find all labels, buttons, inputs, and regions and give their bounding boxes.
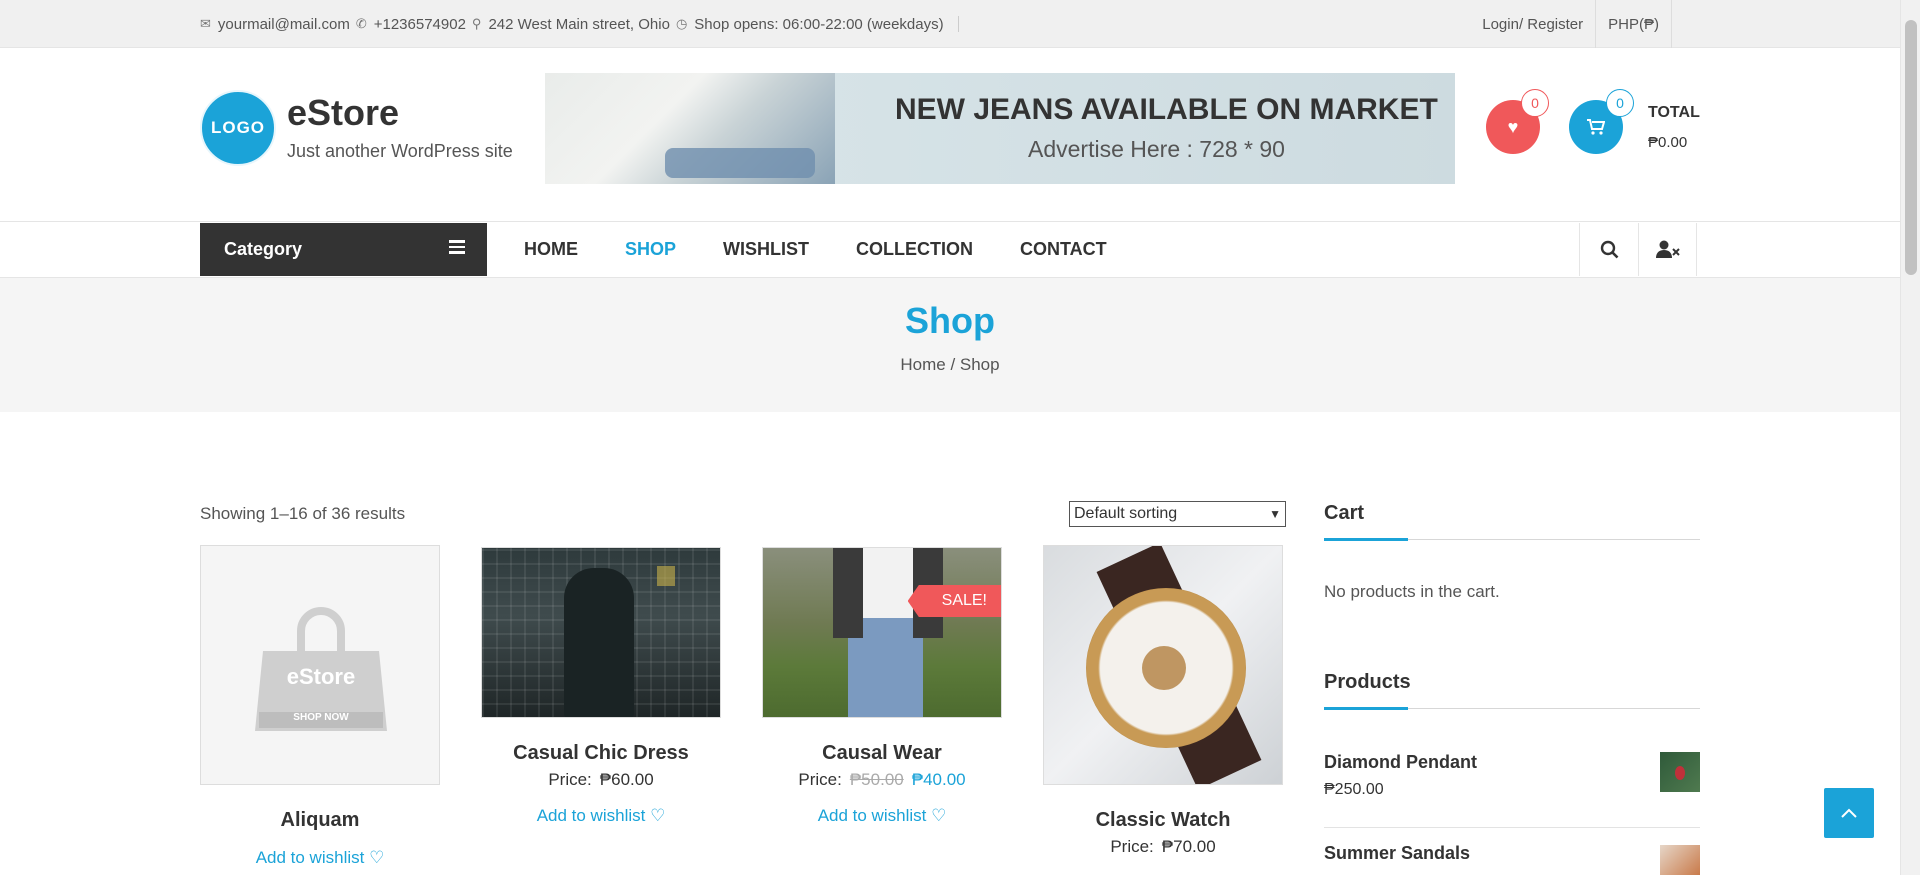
sale-badge: SALE!: [907, 585, 1001, 617]
sidebar-product-item[interactable]: Diamond Pendant ₱250.00: [1324, 752, 1700, 828]
placeholder-cta: SHOP NOW: [293, 712, 349, 723]
add-to-wishlist-link[interactable]: Add to wishlist ♡: [200, 848, 440, 868]
advertisement-banner[interactable]: NEW JEANS AVAILABLE ON MARKET Advertise …: [545, 73, 1455, 184]
primary-menu: HOME SHOP WISHLIST COLLECTION CONTACT: [524, 223, 1154, 276]
cart-total-value: ₱0.00: [1648, 134, 1688, 151]
nav-collection[interactable]: COLLECTION: [856, 239, 973, 260]
old-price: ₱50.00: [849, 770, 904, 789]
product-name[interactable]: Causal Wear: [762, 742, 1002, 765]
contact-info: ✉ yourmail@mail.com ✆ +1236574902 ⚲ 242 …: [200, 0, 965, 48]
product-image[interactable]: SALE!: [762, 547, 1002, 718]
sidebar-product-thumb[interactable]: [1660, 752, 1700, 792]
sort-selected-value: Default sorting: [1074, 505, 1178, 522]
currency-switcher[interactable]: PHP(₱): [1596, 0, 1672, 48]
top-bar: ✉ yourmail@mail.com ✆ +1236574902 ⚲ 242 …: [0, 0, 1900, 48]
page-scrollbar[interactable]: [1900, 0, 1920, 875]
heart-icon: ♥: [1507, 116, 1519, 137]
divider: [957, 16, 959, 32]
login-register-link[interactable]: Login/ Register: [1470, 0, 1597, 48]
nav-contact[interactable]: CONTACT: [1020, 239, 1107, 260]
sidebar-product-name[interactable]: Diamond Pendant: [1324, 752, 1700, 773]
placeholder-brand: eStore: [286, 664, 356, 689]
product-card: SALE! Causal Wear Price: ₱50.00 ₱40.00 Add…: [762, 547, 1002, 826]
page-title: Shop: [905, 300, 995, 341]
sidebar-product-item[interactable]: Summer Sandals: [1324, 843, 1700, 875]
contact-phone[interactable]: +1236574902: [374, 16, 466, 33]
product-card: eStore SHOP NOW Aliquam Add to wishlist …: [200, 545, 440, 868]
product-name[interactable]: Casual Chic Dress: [481, 742, 721, 765]
contact-email[interactable]: yourmail@mail.com: [218, 16, 350, 33]
product-name[interactable]: Classic Watch: [1043, 809, 1283, 832]
product-card: Classic Watch Price: ₱70.00: [1043, 545, 1283, 857]
cart-icon: [1587, 119, 1605, 135]
breadcrumb[interactable]: Home / Shop: [0, 355, 1900, 375]
product-image[interactable]: [481, 547, 721, 718]
product-image[interactable]: eStore SHOP NOW: [200, 545, 440, 785]
account-button[interactable]: [1638, 223, 1697, 276]
sidebar-product-name[interactable]: Summer Sandals: [1324, 843, 1700, 864]
banner-image: [545, 73, 835, 184]
nav-home[interactable]: HOME: [524, 239, 578, 260]
sidebar-product-thumb[interactable]: [1660, 845, 1700, 875]
search-icon: [1600, 240, 1618, 259]
back-to-top-button[interactable]: [1824, 788, 1874, 838]
price-label: Price:: [548, 770, 592, 789]
nav-shop[interactable]: SHOP: [625, 239, 676, 260]
contact-address: 242 West Main street, Ohio: [488, 15, 670, 33]
product-image[interactable]: [1043, 545, 1283, 785]
add-to-wishlist-link[interactable]: Add to wishlist ♡: [762, 806, 1002, 826]
scrollbar-thumb[interactable]: [1905, 20, 1917, 275]
map-marker-icon: ⚲: [471, 16, 482, 31]
site-name[interactable]: eStore: [287, 92, 399, 134]
add-to-wishlist-link[interactable]: Add to wishlist ♡: [481, 806, 721, 826]
product-name[interactable]: Aliquam: [200, 809, 440, 832]
price-label: Price:: [1110, 837, 1154, 856]
chevron-down-icon: ▼: [1269, 507, 1281, 521]
heading-divider: [1324, 538, 1700, 541]
nav-wishlist[interactable]: WISHLIST: [723, 239, 809, 260]
category-label: Category: [224, 239, 303, 259]
wishlist-count-badge: 0: [1521, 89, 1549, 117]
product-price: Price: ₱60.00: [481, 770, 721, 790]
heading-divider: [1324, 707, 1700, 710]
current-price: ₱70.00: [1161, 837, 1216, 856]
envelope-icon: ✉: [200, 16, 211, 31]
banner-title: NEW JEANS AVAILABLE ON MARKET: [895, 93, 1438, 126]
sidebar-product-price: ₱250.00: [1324, 781, 1384, 798]
product-price: Price: ₱50.00 ₱40.00: [762, 770, 1002, 790]
cart-count-badge: 0: [1606, 89, 1634, 117]
sort-select[interactable]: Default sorting ▼: [1069, 501, 1286, 527]
product-price: Price: ₱70.00: [1043, 837, 1283, 857]
sale-price: ₱40.00: [911, 770, 966, 789]
product-card: Casual Chic Dress Price: ₱60.00 Add to wi…: [481, 547, 721, 826]
banner-subtitle: Advertise Here : 728 * 90: [1028, 136, 1285, 162]
chevron-up-icon: [1841, 808, 1857, 818]
result-count: Showing 1–16 of 36 results: [200, 504, 406, 523]
cart-widget-heading: Cart: [1324, 502, 1365, 524]
site-tagline: Just another WordPress site: [287, 141, 513, 161]
search-button[interactable]: [1579, 223, 1638, 276]
page-title-area: [0, 278, 1900, 412]
user-times-icon: [1655, 240, 1680, 258]
cart-empty-message: No products in the cart.: [1324, 582, 1500, 601]
phone-icon: ✆: [355, 16, 367, 31]
hamburger-icon: [449, 240, 465, 254]
shop-hours: Shop opens: 06:00-22:00 (weekdays): [694, 15, 944, 33]
cart-total-label: TOTAL: [1648, 104, 1700, 121]
category-menu-button[interactable]: Category: [200, 223, 487, 276]
current-price: ₱60.00: [599, 770, 654, 789]
products-widget-heading: Products: [1324, 671, 1411, 693]
price-label: Price:: [798, 770, 842, 789]
site-logo[interactable]: LOGO: [200, 90, 276, 166]
clock-icon: ◷: [675, 16, 688, 31]
